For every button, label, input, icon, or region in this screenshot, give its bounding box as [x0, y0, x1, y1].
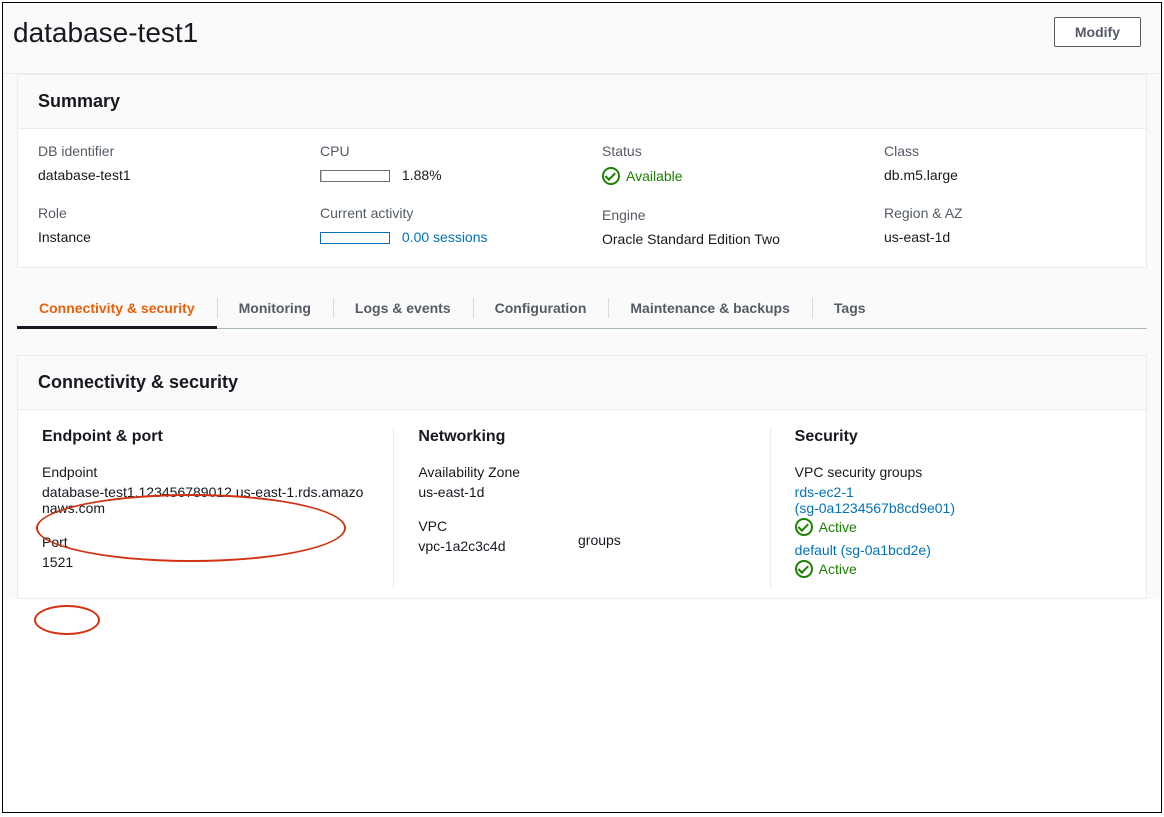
tab-connectivity-security[interactable]: Connectivity & security [17, 288, 217, 328]
db-identifier-value: database-test1 [38, 167, 280, 183]
tab-configuration[interactable]: Configuration [473, 288, 609, 328]
activity-meter-icon [320, 232, 390, 244]
class-label: Class [884, 143, 1126, 159]
activity-link[interactable]: 0.00 sessions [402, 229, 488, 245]
connectivity-heading: Connectivity & security [38, 372, 1126, 393]
port-value: 1521 [42, 554, 369, 570]
tab-logs-events[interactable]: Logs & events [333, 288, 473, 328]
engine-label: Engine [602, 207, 844, 223]
summary-heading: Summary [38, 91, 1126, 112]
port-label: Port [42, 534, 369, 550]
cpu-value-text: 1.88% [402, 167, 442, 183]
sg1-status: Active [795, 518, 1122, 536]
vpc-sg-label: VPC security groups [795, 464, 1122, 480]
check-circle-icon [795, 560, 813, 578]
modify-button[interactable]: Modify [1054, 17, 1141, 47]
summary-panel: Summary DB identifier database-test1 Rol… [17, 74, 1147, 268]
sg2-status-text: Active [819, 561, 857, 577]
sg1-id-link[interactable]: (sg-0a1234567b8cd9e01) [795, 500, 1122, 516]
activity-label: Current activity [320, 205, 562, 221]
cpu-value: 1.88% [320, 167, 562, 183]
tab-tags[interactable]: Tags [812, 288, 888, 328]
page-header: database-test1 Modify [3, 3, 1161, 74]
role-label: Role [38, 205, 280, 221]
endpoint-port-heading: Endpoint & port [42, 428, 369, 446]
summary-col-identifier: DB identifier database-test1 Role Instan… [18, 143, 300, 247]
page-title: database-test1 [13, 17, 198, 49]
status-label: Status [602, 143, 844, 159]
connectivity-panel-header: Connectivity & security [17, 355, 1147, 409]
page-root: database-test1 Modify Summary DB identif… [2, 2, 1162, 813]
status-value: Available [602, 167, 844, 185]
summary-col-class: Class db.m5.large Region & AZ us-east-1d [864, 143, 1146, 247]
endpoint-label: Endpoint [42, 464, 369, 480]
role-value: Instance [38, 229, 280, 245]
region-az-value: us-east-1d [884, 229, 1126, 245]
groups-label-aux: groups [578, 532, 621, 548]
az-label: Availability Zone [418, 464, 745, 480]
cpu-meter-icon [320, 170, 390, 182]
sg1-status-text: Active [819, 519, 857, 535]
security-section: Security VPC security groups rds-ec2-1 (… [770, 428, 1146, 588]
summary-body: DB identifier database-test1 Role Instan… [18, 129, 1146, 267]
summary-col-status: Status Available Engine Oracle Standard … [582, 143, 864, 247]
db-identifier-label: DB identifier [38, 143, 280, 159]
tab-list: Connectivity & security Monitoring Logs … [17, 288, 1147, 329]
region-az-label: Region & AZ [884, 205, 1126, 221]
summary-panel-header: Summary [18, 75, 1146, 129]
sg2-status: Active [795, 560, 1122, 578]
connectivity-panel-wrap: Connectivity & security Endpoint & port … [3, 329, 1161, 599]
endpoint-port-section: Endpoint & port Endpoint database-test1.… [18, 428, 393, 588]
tab-monitoring[interactable]: Monitoring [217, 288, 333, 328]
summary-col-cpu: CPU 1.88% Current activity 0.00 sessions [300, 143, 582, 247]
check-circle-icon [795, 518, 813, 536]
tabs-container: Connectivity & security Monitoring Logs … [3, 268, 1161, 329]
activity-value: 0.00 sessions [320, 229, 562, 245]
class-value: db.m5.large [884, 167, 1126, 183]
tab-maintenance-backups[interactable]: Maintenance & backups [608, 288, 812, 328]
sg1-name-link[interactable]: rds-ec2-1 [795, 484, 1122, 500]
networking-section: Networking Availability Zone us-east-1d … [393, 428, 769, 588]
az-value: us-east-1d [418, 484, 745, 500]
networking-heading: Networking [418, 428, 745, 446]
endpoint-value: database-test1.123456789012.us-east-1.rd… [42, 484, 369, 516]
status-text: Available [626, 168, 683, 184]
security-heading: Security [795, 428, 1122, 446]
check-circle-icon [602, 167, 620, 185]
connectivity-body: Endpoint & port Endpoint database-test1.… [17, 409, 1147, 599]
cpu-label: CPU [320, 143, 562, 159]
engine-value: Oracle Standard Edition Two [602, 231, 844, 247]
summary-panel-wrap: Summary DB identifier database-test1 Rol… [3, 74, 1161, 268]
sg2-name-link[interactable]: default (sg-0a1bcd2e) [795, 542, 1122, 558]
annotation-circle-port [34, 605, 100, 635]
